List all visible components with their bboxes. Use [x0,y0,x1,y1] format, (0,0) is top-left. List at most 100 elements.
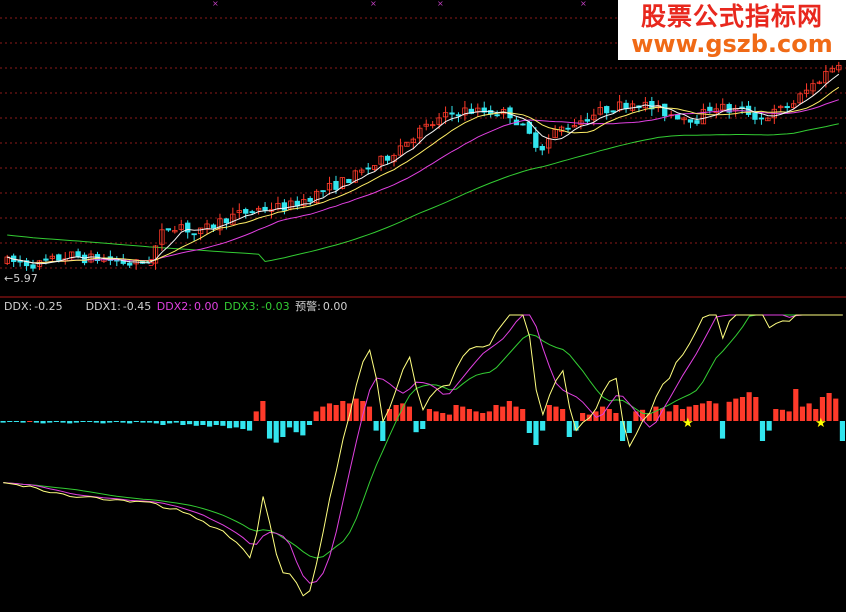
ddx-bar [73,421,79,423]
candle-body [262,206,268,211]
ddx-bar [0,421,6,423]
ddx-bar [746,392,752,421]
ddx-bar [47,421,53,423]
ddx-bar [600,406,606,421]
ddx-bar [673,405,679,421]
ddx-bar [440,413,446,421]
ddx2-value: 0.00 [193,300,219,313]
ddx-bar [493,405,499,421]
ddx2-label: DDX2: [156,300,192,313]
ddx-bar [706,401,712,421]
watermark-url: www.gszb.com [631,30,833,58]
ddx-bar [580,413,586,421]
ddx-bar [353,398,359,421]
signal-s-marker: S [148,258,154,269]
ddx2-line [3,314,843,584]
candle-body [127,262,133,266]
ddx-bar [420,421,426,429]
ddx-bar [779,409,786,421]
ddx-bar [733,398,739,421]
ddx-bar [620,421,626,441]
indicator-legend: DDX: -0.25 DDX1: -0.45 DDX2: 0.00 DDX3: -0.0… [4,298,349,314]
ddx-bar [333,405,339,421]
candle-body [758,117,765,120]
ddx-bar [226,421,233,429]
ddx-bar [187,421,193,425]
warning-star: ★ [682,416,694,431]
ddx-bar [286,421,293,428]
candle-body [56,254,62,261]
ddx-bar [293,421,299,433]
ddx-lines [3,314,843,597]
ddx-bar [799,406,806,421]
ma20-line [7,99,839,264]
ddx-bar [480,413,486,421]
candle-body [584,119,591,122]
ddx-bar [506,401,512,421]
ddx-bar [233,421,239,428]
ddx-bar [753,397,759,421]
ddx-bar [240,421,246,429]
candle-body [687,119,694,123]
ddx1-value: -0.45 [122,300,152,313]
ddx-bar [759,421,766,441]
ma10-line [7,86,840,264]
ddx-bar [167,421,173,424]
candle-body [449,112,455,115]
ddx-bar [633,411,639,421]
ddx-bar [553,406,559,421]
watermark-title: 股票公式指标网 [640,2,823,31]
ddx-bar [107,421,113,423]
candle-body [623,102,629,110]
candle-body [223,218,230,224]
candle-body [610,110,616,113]
ddx-bar [486,411,492,421]
candle-body [75,251,81,258]
top-x-markers: × × × × [212,0,587,8]
candle-body [662,103,668,117]
ddx-bar [766,421,772,431]
ddx-bar [326,403,333,421]
ddx-bar [127,421,133,424]
ddx-bar [147,421,153,423]
ddx-bar [246,421,253,431]
ddx-bar [193,421,199,426]
ddx-bar [266,421,273,439]
ddx3-label: DDX3: [223,300,260,313]
ddx-bar [120,421,126,423]
ddx-bar [153,421,159,424]
candle-body [307,197,313,202]
ddx-bar [313,411,319,421]
ddx-bar [413,421,419,433]
ddx-bar [773,409,779,421]
ddx-bar [699,403,706,421]
candle-body [81,254,88,264]
candle-body [674,114,681,120]
candle-body [707,106,713,111]
ddx-bar [340,401,346,421]
site-watermark: 股票公式指标网 www.gszb.com [618,0,846,60]
ddx-bar [220,421,226,426]
ddx-bar [320,406,326,421]
ddx3-line [3,314,843,559]
candle-body [752,112,758,120]
ddx-bar [839,421,845,441]
ddx-bar [726,401,732,421]
candle-body [191,233,197,236]
candle-body [30,264,36,269]
ddx-bar [40,421,46,424]
ddx-bar [100,421,106,424]
ddx-bar [200,421,206,425]
candle-body [320,190,326,193]
candle-body [784,106,790,109]
ddx-bar [406,406,413,421]
ddx-bar [526,421,532,433]
ddx-bar [533,421,539,445]
ddx-bar [719,421,726,439]
candle-body [249,211,255,214]
ddx-bar [520,409,526,421]
ddx-bar [173,421,179,423]
ddx-bar [53,421,59,422]
candle-body [165,228,172,231]
top-marker: × [580,0,587,8]
